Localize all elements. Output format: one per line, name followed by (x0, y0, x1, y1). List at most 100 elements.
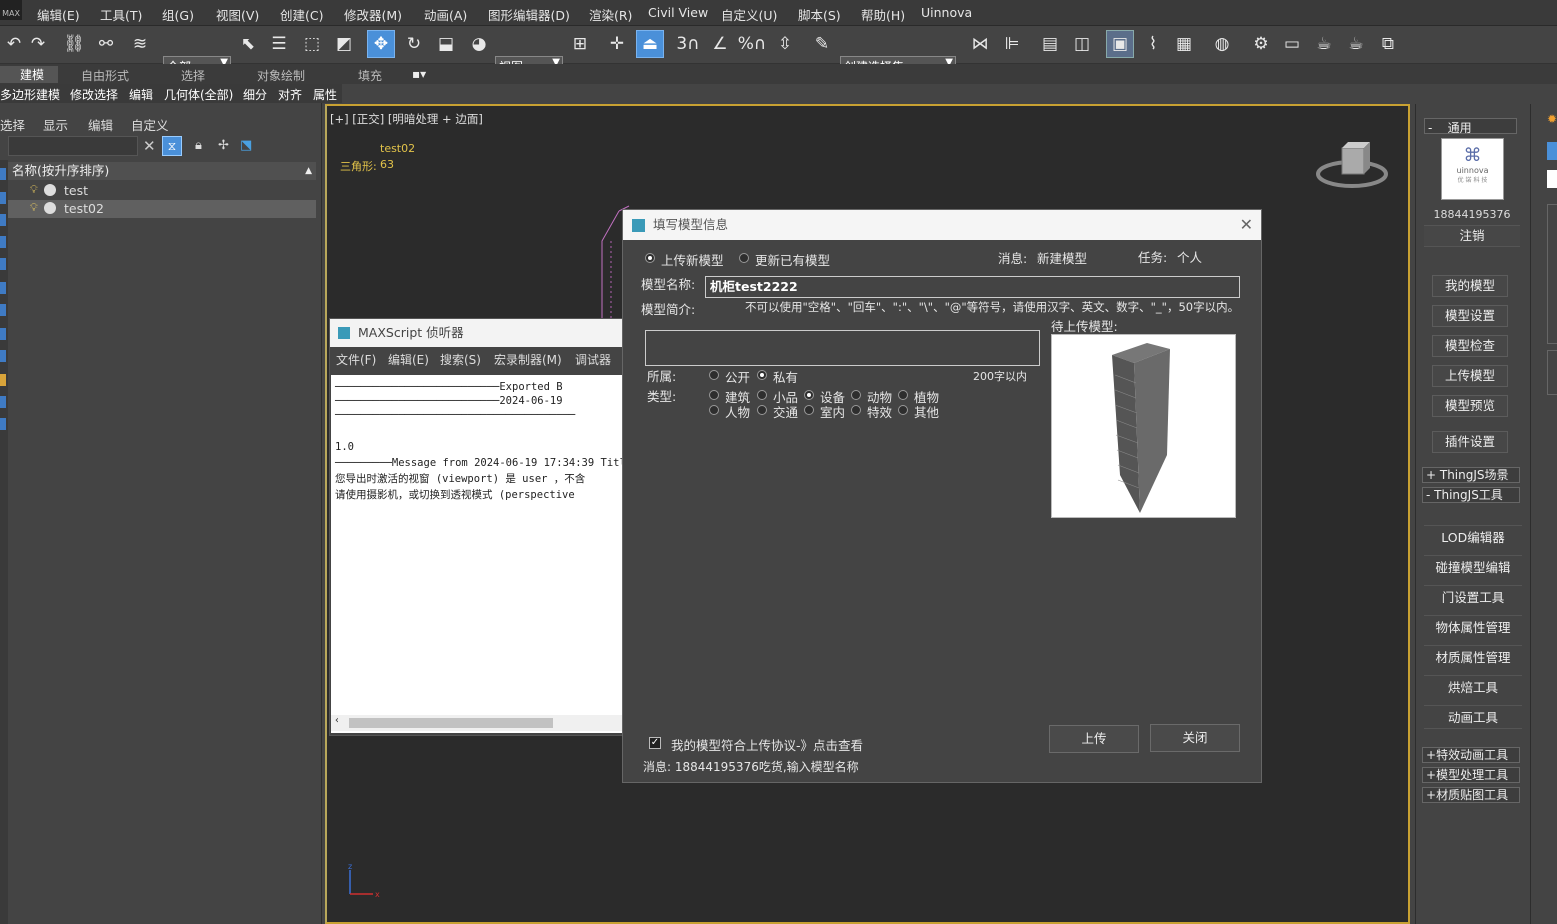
radio-type-indoor[interactable] (804, 405, 814, 415)
keyboard-shortcut-icon[interactable]: ⏏ (636, 30, 664, 58)
window-crossing-icon[interactable]: ◩ (330, 30, 358, 58)
scale-icon[interactable]: ⬓ (432, 30, 460, 58)
render-frame-window-icon[interactable]: ⧉ (1374, 30, 1402, 58)
dope-sheet-icon[interactable]: ▦ (1170, 30, 1198, 58)
listener-menu-edit[interactable]: 编辑(E) (388, 351, 429, 368)
strip-icon[interactable] (0, 350, 6, 362)
listener-output[interactable]: ──────────────────────────Exported B ───… (331, 375, 625, 733)
search-icon[interactable] (1547, 142, 1557, 160)
radio-upload-new[interactable] (645, 253, 655, 263)
bind-spacewarp-icon[interactable]: ≋ (126, 30, 154, 58)
spinner-snap-icon[interactable]: ⇳ (771, 30, 799, 58)
panel-section-general[interactable]: - 通用 (1424, 118, 1517, 135)
section-thingjs-tools[interactable]: - ThingJS工具 (1422, 487, 1520, 503)
select-dependents-icon[interactable]: ⬔ (240, 138, 252, 153)
scroll-left-icon[interactable]: ‹ (334, 715, 340, 726)
edit-named-sets-icon[interactable]: ✎ (808, 30, 836, 58)
light-bulb-icon[interactable]: 💡︎ (30, 183, 40, 197)
horizontal-scrollbar[interactable]: ‹ (331, 715, 625, 731)
lock-icon[interactable]: 🔒︎ (195, 138, 202, 153)
percent-snap-icon[interactable]: % ∩ (738, 30, 767, 58)
strip-icon[interactable] (0, 328, 6, 340)
animation-tool-button[interactable]: 动画工具 (1424, 705, 1522, 729)
model-preview-button[interactable]: 模型预览 (1432, 395, 1508, 417)
list-item[interactable]: 💡︎ test (8, 182, 316, 200)
object-properties-button[interactable]: 物体属性管理 (1424, 615, 1522, 639)
collision-editor-button[interactable]: 碰撞模型编辑 (1424, 555, 1522, 579)
scrollbar-thumb[interactable] (349, 718, 553, 728)
curve-editor-icon[interactable]: ⌇ (1139, 30, 1167, 58)
close-button[interactable]: 关闭 (1150, 724, 1240, 752)
redo-icon[interactable]: ↷ (24, 30, 52, 58)
strip-icon[interactable] (0, 418, 6, 430)
plugin-settings-button[interactable]: 插件设置 (1432, 431, 1508, 453)
viewport-label[interactable]: [+] [正交] [明暗处理 + 边面] (330, 111, 483, 127)
radio-type-architecture[interactable] (709, 390, 719, 400)
radio-type-other[interactable] (898, 405, 908, 415)
radio-type-animal[interactable] (851, 390, 861, 400)
menu-create[interactable]: 创建(C) (280, 5, 323, 24)
ribbon-tab-modeling[interactable]: 建模 (0, 66, 59, 83)
rendered-frame-icon[interactable]: ▭ (1278, 30, 1306, 58)
align-icon[interactable]: ⊫ (998, 30, 1026, 58)
model-desc-input[interactable] (645, 330, 1040, 366)
menu-rendering[interactable]: 渲染(R) (589, 5, 632, 24)
radio-type-person[interactable] (709, 405, 719, 415)
radio-type-sketch[interactable] (757, 390, 767, 400)
subtab-poly-modeling[interactable]: 多边形建模 (0, 86, 60, 103)
clear-search-icon[interactable]: ✕ (143, 137, 156, 155)
name-field[interactable] (1547, 170, 1557, 188)
menu-view[interactable]: 视图(V) (216, 5, 259, 24)
scene-search-input[interactable] (8, 136, 138, 156)
list-item[interactable]: 💡︎ test02 (8, 200, 316, 218)
unlink-icon[interactable]: ⚯ (92, 30, 120, 58)
agree-link[interactable]: 我的模型符合上传协议-》点击查看 (671, 735, 863, 754)
strip-icon[interactable] (0, 236, 6, 248)
layers-icon[interactable]: ◫ (1068, 30, 1096, 58)
strip-icon[interactable] (0, 192, 6, 204)
section-effects-animation[interactable]: +特效动画工具 (1422, 747, 1520, 763)
material-editor-icon[interactable]: ◍ (1208, 30, 1236, 58)
filter-icon[interactable]: ⧖ (162, 136, 182, 156)
viewcube-icon[interactable] (1315, 140, 1390, 195)
radio-type-equipment[interactable] (804, 390, 814, 400)
pivot-center-icon[interactable]: ⊞ (566, 30, 594, 58)
app-logo[interactable]: MAX (0, 0, 22, 20)
select-by-name-icon[interactable]: ☰ (265, 30, 293, 58)
menu-customize[interactable]: 自定义(U) (721, 5, 777, 24)
menu-civil-view[interactable]: Civil View (648, 5, 708, 20)
tab-customize[interactable]: 自定义 (131, 115, 169, 134)
listener-menu-file[interactable]: 文件(F) (336, 351, 376, 368)
snap-toggle-icon[interactable]: 3 ∩ (674, 30, 702, 58)
section-material-textures[interactable]: +材质贴图工具 (1422, 787, 1520, 803)
subtab-properties[interactable]: 属性 (313, 86, 337, 103)
strip-icon[interactable] (0, 374, 6, 386)
layer-explorer-icon[interactable]: ▤ (1036, 30, 1064, 58)
listener-menu-search[interactable]: 搜索(S) (440, 351, 481, 368)
radio-public[interactable] (709, 370, 719, 380)
render-teapot-icon[interactable]: ☕ (1310, 30, 1338, 58)
ribbon-tab-object-paint[interactable]: 对象绘制 (257, 67, 305, 84)
subtab-modify-selection[interactable]: 修改选择 (70, 86, 118, 103)
section-model-processing[interactable]: +模型处理工具 (1422, 767, 1520, 783)
ribbon-tab-freeform[interactable]: 自由形式 (81, 67, 129, 84)
model-check-button[interactable]: 模型检查 (1432, 335, 1508, 357)
menu-modifiers[interactable]: 修改器(M) (344, 5, 402, 24)
dialog-titlebar[interactable]: 填写模型信息 ✕ (623, 210, 1261, 240)
mirror-icon[interactable]: ⋈ (966, 30, 994, 58)
upload-model-button[interactable]: 上传模型 (1432, 365, 1508, 387)
subtab-subdivision[interactable]: 细分 (243, 86, 267, 103)
subtab-edit[interactable]: 编辑 (129, 86, 153, 103)
render-setup-icon[interactable]: ⚙ (1247, 30, 1275, 58)
render-production-icon[interactable]: ☕ (1342, 30, 1370, 58)
agree-checkbox[interactable]: ✓ (649, 737, 661, 749)
model-name-input[interactable]: 机柜test2222 (705, 276, 1240, 298)
strip-icon[interactable] (0, 282, 6, 294)
light-bulb-icon[interactable]: 💡︎ (30, 201, 40, 215)
tab-select[interactable]: 选择 (0, 115, 25, 134)
radio-type-effect[interactable] (851, 405, 861, 415)
menu-graph-editors[interactable]: 图形编辑器(D) (488, 5, 570, 24)
place-icon[interactable]: ◕ (465, 30, 493, 58)
my-models-button[interactable]: 我的模型 (1432, 275, 1508, 297)
rect-select-icon[interactable]: ⬚ (298, 30, 326, 58)
